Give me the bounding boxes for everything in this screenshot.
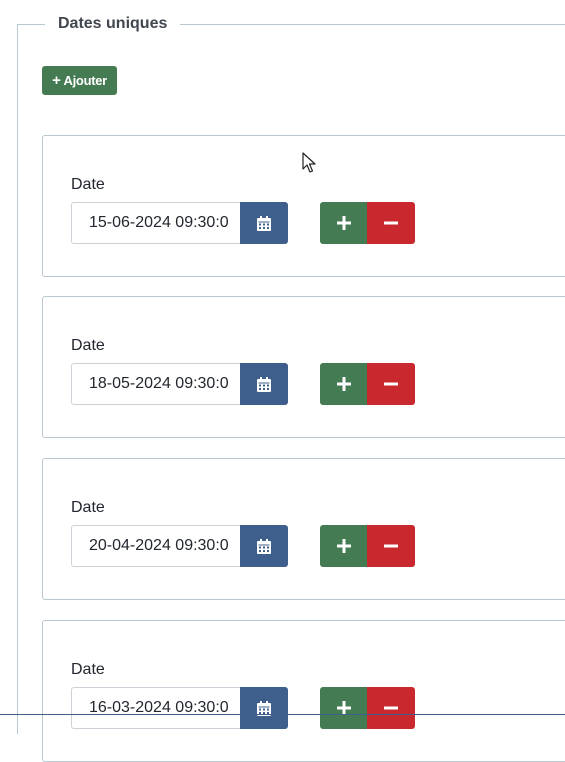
date-input[interactable]: 16-03-2024 09:30:0 [71, 687, 241, 729]
calendar-button[interactable] [240, 525, 288, 567]
add-date-button[interactable]: + Ajouter [42, 66, 117, 95]
date-input[interactable]: 15-06-2024 09:30:0 [71, 202, 241, 244]
add-entry-button[interactable] [320, 202, 368, 244]
plus-icon [337, 377, 351, 391]
add-entry-button[interactable] [320, 525, 368, 567]
date-entry-card: Date 16-03-2024 09:30:0 [42, 620, 565, 762]
date-label: Date [71, 176, 105, 193]
calendar-button[interactable] [240, 363, 288, 405]
fieldset-legend: Dates uniques [45, 14, 181, 34]
date-entry-card: Date 18-05-2024 09:30:0 [42, 296, 565, 438]
plus-icon [337, 701, 351, 715]
date-entry-card: Date 20-04-2024 09:30:0 [42, 458, 565, 600]
calendar-button[interactable] [240, 202, 288, 244]
minus-icon [384, 221, 398, 225]
calendar-button[interactable] [240, 687, 288, 729]
minus-icon [384, 706, 398, 710]
add-entry-button[interactable] [320, 687, 368, 729]
calendar-icon [257, 538, 271, 554]
minus-icon [384, 544, 398, 548]
date-label: Date [71, 337, 105, 354]
calendar-icon [257, 215, 271, 231]
date-input[interactable]: 18-05-2024 09:30:0 [71, 363, 241, 405]
remove-entry-button[interactable] [367, 687, 415, 729]
remove-entry-button[interactable] [367, 202, 415, 244]
calendar-icon [257, 376, 271, 392]
date-label: Date [71, 661, 105, 678]
mouse-pointer-icon [302, 152, 316, 173]
remove-entry-button[interactable] [367, 525, 415, 567]
remove-entry-button[interactable] [367, 363, 415, 405]
plus-icon [337, 539, 351, 553]
add-button-label: Ajouter [63, 73, 108, 88]
date-label: Date [71, 499, 105, 516]
date-input[interactable]: 20-04-2024 09:30:0 [71, 525, 241, 567]
add-entry-button[interactable] [320, 363, 368, 405]
plus-icon [337, 216, 351, 230]
minus-icon [384, 382, 398, 386]
plus-icon: + [52, 72, 61, 89]
